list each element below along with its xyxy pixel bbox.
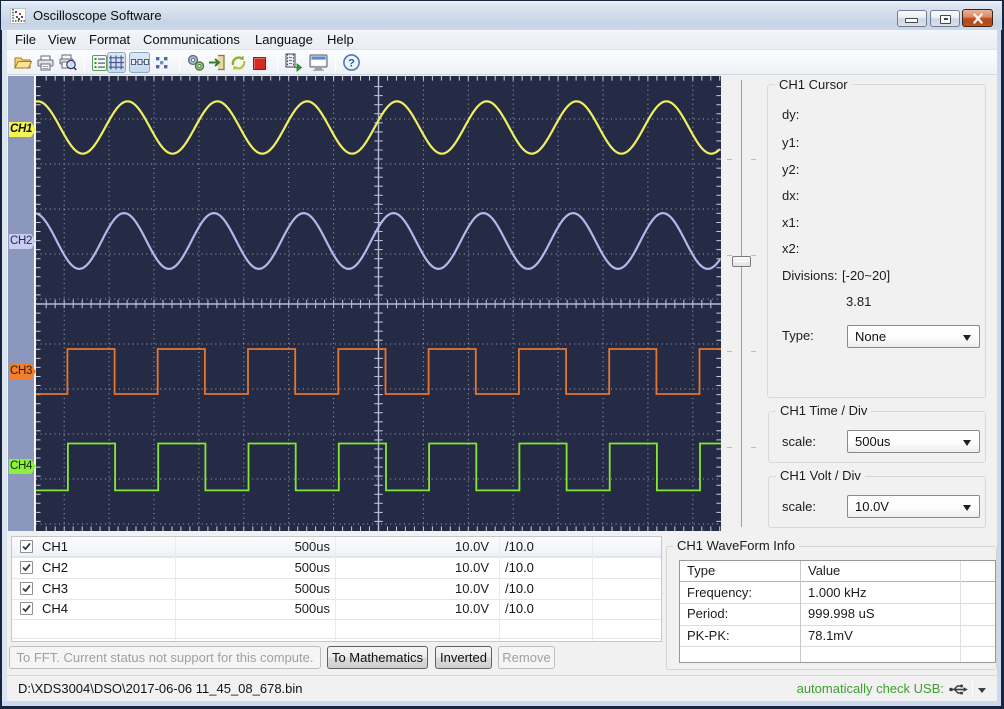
svg-text:?: ? bbox=[348, 58, 355, 70]
